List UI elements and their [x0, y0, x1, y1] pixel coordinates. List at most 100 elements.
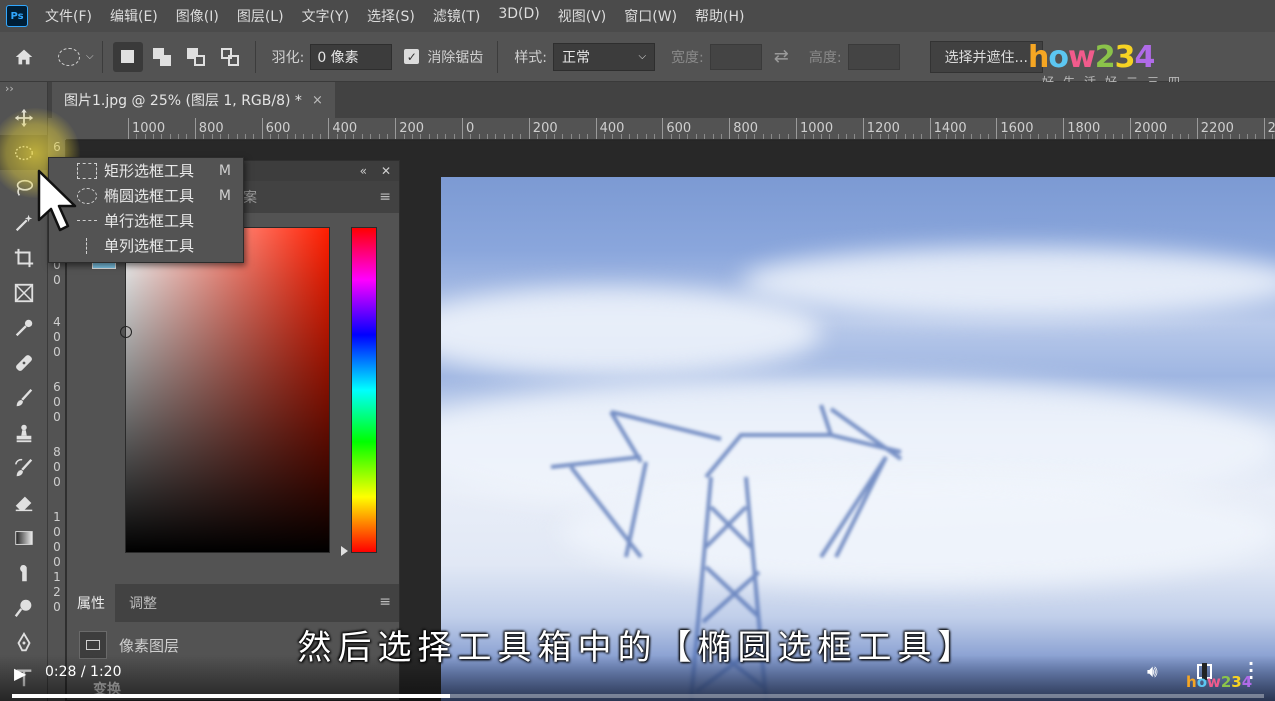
collapse-panel-icon[interactable]: «	[360, 164, 367, 178]
volume-icon[interactable]: 🔊︎	[1147, 662, 1158, 682]
menu-item[interactable]: 窗口(W)	[624, 6, 677, 26]
eraser-tool[interactable]	[0, 485, 48, 520]
tab-properties[interactable]: 属性	[67, 584, 115, 622]
intersect-selection-button[interactable]	[215, 42, 245, 72]
ruler-minor-tick	[804, 134, 806, 139]
video-progress-bar[interactable]	[12, 694, 1264, 698]
select-and-mask-button[interactable]: 选择并遮住...	[929, 40, 1043, 73]
ruler-minor-tick	[144, 134, 146, 139]
swap-dimensions-icon[interactable]: ⇄	[774, 46, 789, 67]
width-input[interactable]	[709, 43, 762, 70]
color-saturation-field[interactable]	[120, 227, 330, 553]
flyout-item-label: 单列选框工具	[104, 237, 195, 255]
ruler-minor-tick	[445, 134, 447, 139]
ruler-minor-tick	[428, 134, 430, 139]
ruler-tick-label: 0	[53, 395, 61, 409]
close-panel-icon[interactable]: ✕	[381, 164, 391, 178]
ruler-minor-tick	[637, 134, 639, 139]
menu-item[interactable]: 滤镜(T)	[433, 6, 480, 26]
close-icon[interactable]: ×	[312, 93, 323, 108]
ruler-minor-tick	[754, 134, 756, 139]
hue-slider-handle[interactable]	[341, 546, 348, 556]
watermark-letter: 4	[1134, 40, 1155, 75]
ruler-tick-label: 0	[53, 345, 61, 359]
crop-tool[interactable]	[0, 240, 48, 275]
ruler-minor-tick	[520, 134, 522, 139]
mouse-cursor-icon	[37, 169, 77, 232]
watermark-letter: o	[1048, 40, 1069, 75]
ruler-minor-tick	[1271, 134, 1273, 139]
ruler-minor-tick	[236, 134, 238, 139]
ruler-minor-tick	[896, 134, 898, 139]
menu-item[interactable]: 编辑(E)	[110, 6, 158, 26]
watermark-letter: 3	[1114, 40, 1136, 75]
history-brush-tool[interactable]	[0, 450, 48, 485]
ruler-minor-tick	[1054, 134, 1056, 139]
ruler-minor-tick	[988, 134, 990, 139]
tab-adjustments[interactable]: 调整	[119, 584, 167, 622]
menu-item[interactable]: 图像(I)	[176, 6, 219, 26]
ruler-minor-tick	[570, 134, 572, 139]
ruler-minor-tick	[912, 134, 914, 139]
subtract-from-selection-button[interactable]	[181, 42, 211, 72]
move-tool[interactable]	[0, 100, 48, 135]
ruler-minor-tick	[1113, 134, 1115, 139]
menu-item[interactable]: 图层(L)	[237, 6, 284, 26]
ruler-minor-tick	[704, 134, 706, 139]
antialias-checkbox[interactable]: ✓	[404, 49, 420, 64]
feather-input[interactable]	[310, 43, 393, 70]
healing-brush-icon	[16, 354, 32, 371]
ruler-minor-tick	[1004, 134, 1006, 139]
watermark-letter: 3	[1231, 673, 1242, 691]
ruler-minor-tick	[228, 134, 230, 139]
watermark-letter: 2	[1220, 673, 1232, 691]
clone-stamp-tool[interactable]	[0, 415, 48, 450]
ruler-minor-tick	[361, 134, 363, 139]
ruler-minor-tick	[345, 134, 347, 139]
style-select[interactable]: 正常 ⌵	[553, 42, 656, 71]
healing-brush-tool[interactable]	[0, 345, 48, 380]
ruler-tick-label: 6	[53, 380, 61, 394]
add-to-selection-button[interactable]	[147, 42, 177, 72]
document-tab-bar: 图片1.jpg @ 25% (图层 1, RGB/8) * ×	[48, 82, 1275, 118]
menu-item[interactable]: 选择(S)	[367, 6, 415, 26]
menu-item[interactable]: 文件(F)	[45, 6, 92, 26]
ruler-minor-tick	[587, 134, 589, 139]
ruler-minor-tick	[620, 134, 622, 139]
menu-item[interactable]: 文字(Y)	[302, 6, 349, 26]
ruler-minor-tick	[403, 134, 405, 139]
elliptical-marquee-tool[interactable]	[0, 135, 48, 170]
ruler-minor-tick	[603, 134, 605, 139]
properties-menu-icon[interactable]: ≡	[379, 594, 391, 610]
menu-item[interactable]: 帮助(H)	[695, 6, 744, 26]
ruler-minor-tick	[762, 134, 764, 139]
brush-icon	[16, 388, 33, 406]
smudge-tool[interactable]	[0, 555, 48, 590]
ruler-tick-label: 2400	[1263, 118, 1275, 139]
tab-patterns[interactable]: 案	[243, 187, 257, 207]
watermark-letter: 4	[1241, 673, 1253, 691]
ruler-minor-tick	[1088, 134, 1090, 139]
ruler-minor-tick	[537, 134, 539, 139]
document-tab[interactable]: 图片1.jpg @ 25% (图层 1, RGB/8) * ×	[52, 82, 335, 118]
tool-preset-picker[interactable]: ⌵	[58, 47, 94, 66]
ruler-minor-tick	[712, 134, 714, 139]
play-icon[interactable]: ▶	[14, 664, 26, 683]
chevron-down-icon: ⌵	[638, 51, 647, 62]
menu-item[interactable]: 3D(D)	[498, 6, 539, 26]
brush-tool[interactable]	[0, 380, 48, 415]
home-button[interactable]	[0, 32, 48, 82]
color-picker-ring[interactable]	[120, 326, 132, 338]
toolbar-collapse-icon[interactable]: ››	[0, 82, 47, 100]
ruler-minor-tick	[1205, 134, 1207, 139]
ruler-minor-tick	[954, 134, 956, 139]
eyedropper-tool[interactable]	[0, 310, 48, 345]
height-input[interactable]	[847, 43, 900, 70]
gradient-tool[interactable]	[0, 520, 48, 555]
menu-item[interactable]: 视图(V)	[558, 6, 607, 26]
panel-menu-icon[interactable]: ≡	[379, 189, 391, 205]
ruler-minor-tick	[1038, 134, 1040, 139]
frame-tool[interactable]	[0, 275, 48, 310]
new-selection-button[interactable]	[112, 41, 143, 72]
hue-slider[interactable]	[351, 227, 377, 553]
